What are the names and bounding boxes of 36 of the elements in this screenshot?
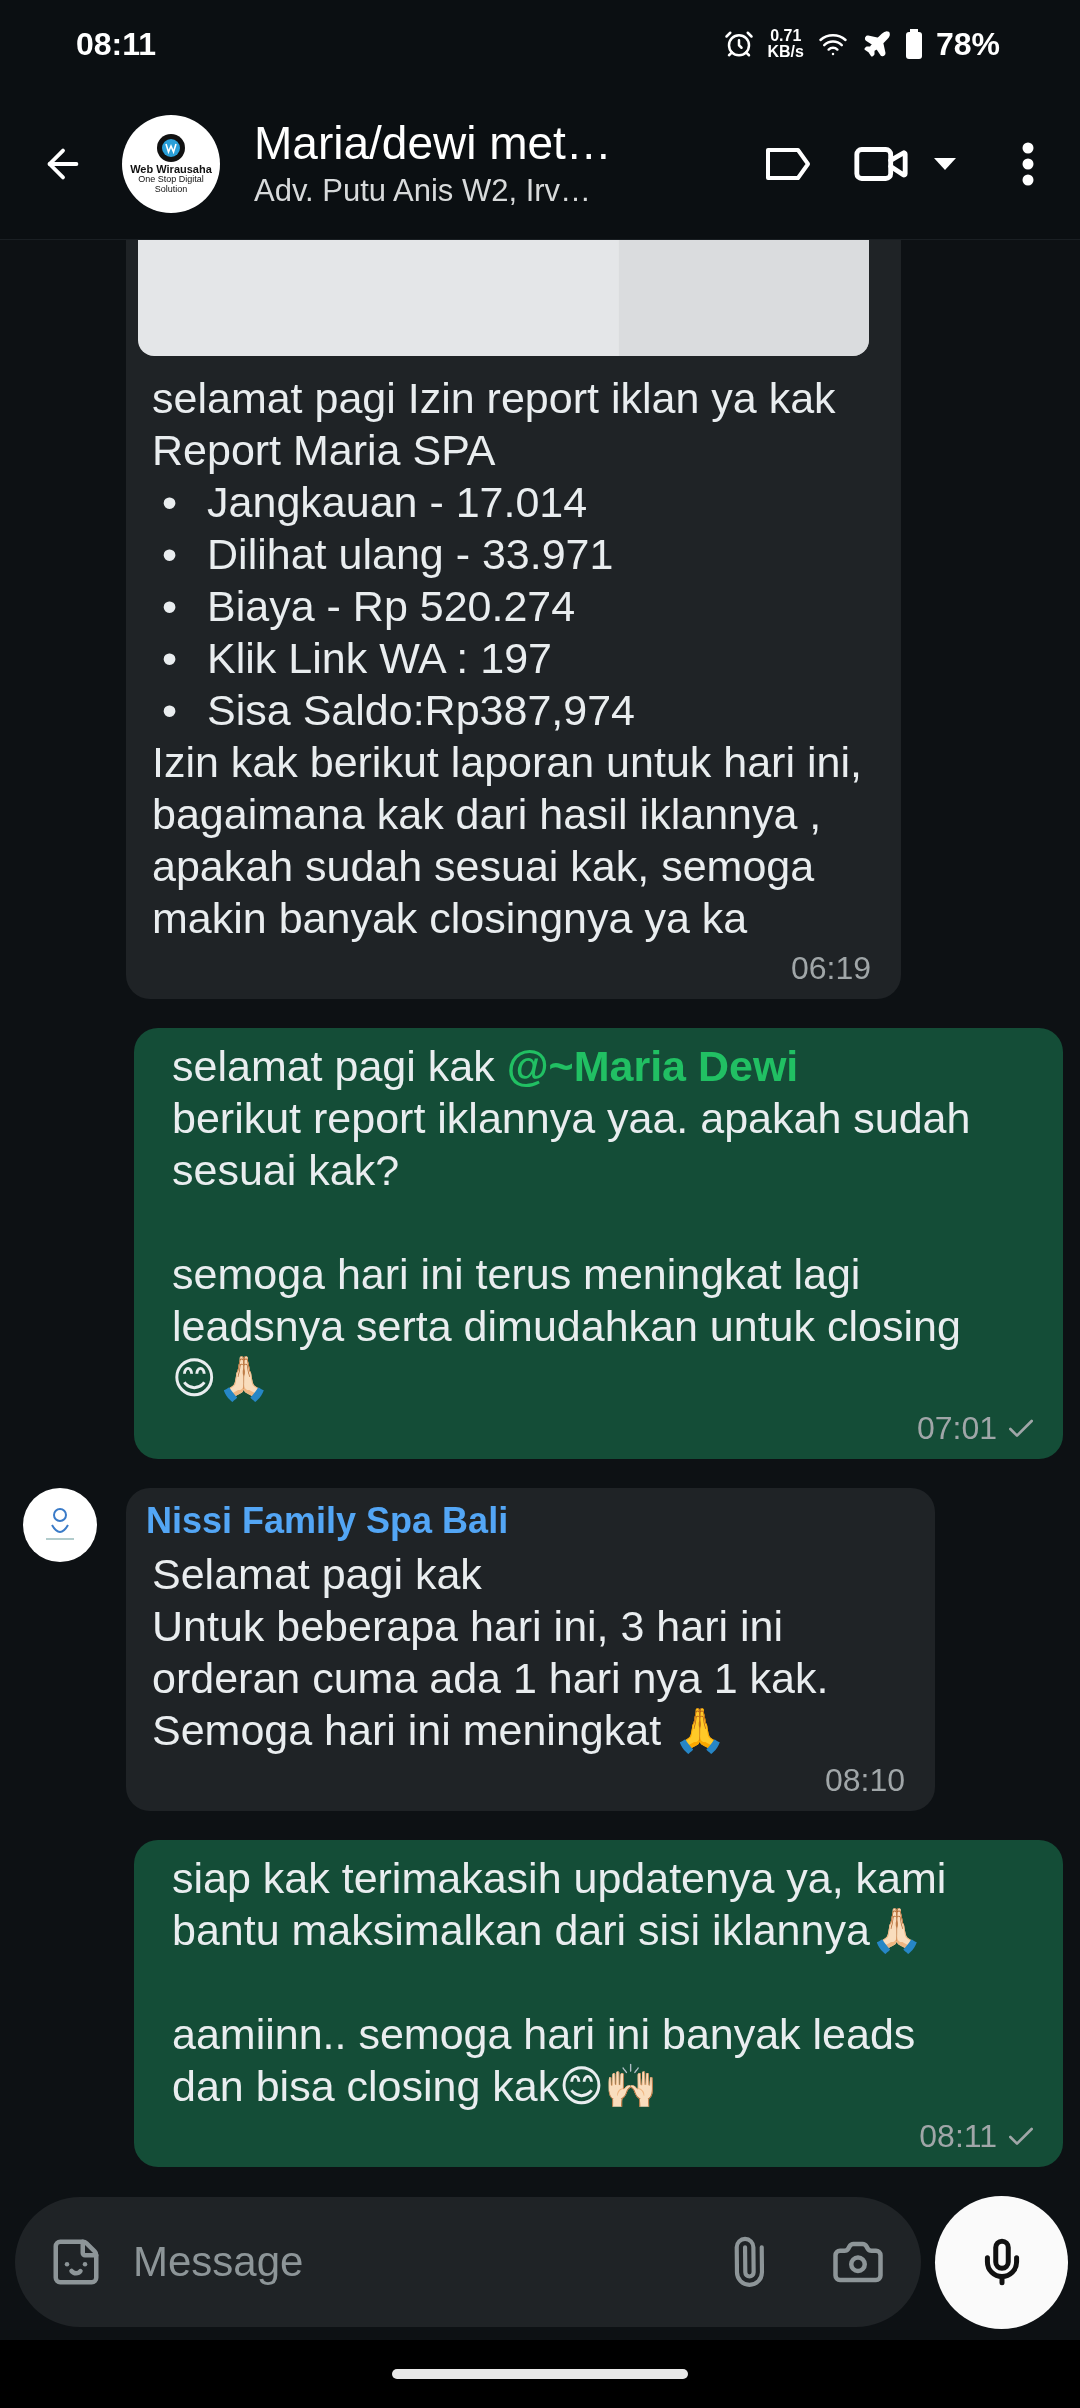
message-time: 06:19 <box>790 950 871 987</box>
chat-members[interactable]: Adv. Putu Anis W2, Irv… <box>254 170 654 212</box>
message-bubble[interactable] <box>126 240 901 999</box>
label-button[interactable] <box>764 145 812 182</box>
caret-icon[interactable] <box>934 157 956 170</box>
message-text: selamat pagi Izin report iklan ya kak Report Maria SPA <box>152 373 837 476</box>
sent-message-bubble[interactable]: selamat pagi kak @~Maria Dewi berikut report iklannya yaa. apakah sudah sesuai kak? semoga hari ini terus meningkat lagi leadsnya serta dimudahkan untuk closing 😊🙏🏻 07:01 <box>134 1028 1063 1459</box>
list-item: Klik Link WA : 197 <box>207 633 552 684</box>
message-text: Izin kak berikut laporan untuk hari ini, bagaimana kak dari hasil iklannya , apakah sudah sesuai kak, semoga makin banyak closingnya ya ka <box>152 737 863 944</box>
bullet-mark: • <box>162 529 178 580</box>
message-field[interactable]: Message <box>131 2237 695 2287</box>
bullet-mark: • <box>162 633 178 684</box>
battery-icon <box>905 29 922 59</box>
clock: 08:11 <box>76 25 157 63</box>
message-time: 08:10 <box>824 1762 905 1799</box>
menu-icon[interactable] <box>1022 141 1034 186</box>
message-bubble[interactable]: Nissi Family Spa Bali Selamat pagi kak Untuk beberapa hari ini, 3 hari ini orderan cuma ada 1 hari nya 1 kak. Semoga hari ini meningkat 🙏 08:10 <box>126 1488 935 1811</box>
list-item: Dilihat ulang - 33.971 <box>207 529 614 580</box>
list-item: Jangkauan - 17.014 <box>207 477 588 528</box>
sender-name[interactable]: Nissi Family Spa Bali <box>146 1500 905 1542</box>
battery-level: 78% <box>935 25 1000 63</box>
chat-title[interactable]: Maria/dewi met… <box>254 115 654 171</box>
sent-message-bubble[interactable]: siap kak terimakasih updatenya ya, kami bantu maksimalkan dari sisi iklannya🙏🏻 aamiinn.. semoga hari ini banyak leads dan bisa closing kak😊🙌🏻 08:11 <box>134 1840 1063 2167</box>
alarm-icon <box>723 29 754 59</box>
bullet-mark: • <box>162 477 178 528</box>
group-avatar[interactable]: Web Wirausaha One Stop Digital Solution <box>122 114 220 213</box>
message-time: 08:11 <box>919 2118 997 2155</box>
list-item: Biaya - Rp 520.274 <box>207 581 576 632</box>
message-time: 07:01 <box>916 1410 997 1447</box>
message-text: selamat pagi kak @~Maria Dewi berikut report iklannya yaa. apakah sudah sesuai kak? semoga hari ini terus meningkat lagi leadsnya serta dimudahkan untuk closing 😊🙏🏻 <box>172 1041 972 1404</box>
list-item: Sisa Saldo:Rp387,974 <box>207 685 635 736</box>
bullet-mark: • <box>162 581 178 632</box>
network-speed: 0.71 KB/s <box>767 28 804 60</box>
bullet-mark: • <box>162 685 178 736</box>
message-text: Selamat pagi kak Untuk beberapa hari ini, 3 hari ini orderan cuma ada 1 hari nya 1 kak. Semoga hari ini meningkat 🙏 <box>152 1549 830 1756</box>
message-text: siap kak terimakasih updatenya ya, kami bantu maksimalkan dari sisi iklannya🙏🏻 aamiinn.. semoga hari ini banyak leads dan bisa closing kak😊🙌🏻 <box>172 1853 948 2112</box>
